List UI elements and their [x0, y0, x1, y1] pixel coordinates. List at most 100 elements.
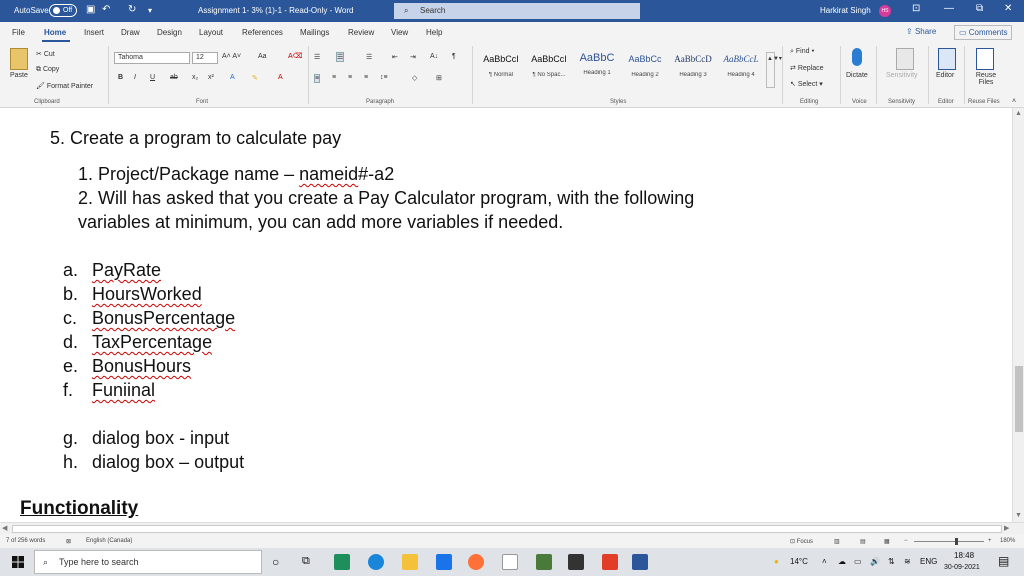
style-heading-1[interactable]: AaBbC Heading 1 [574, 52, 620, 84]
zoom-slider-thumb[interactable] [955, 538, 958, 545]
text-effects-icon[interactable]: A [230, 74, 235, 81]
temperature[interactable]: 14°C [790, 557, 808, 566]
print-layout-icon[interactable]: ▤ [860, 538, 866, 545]
line-spacing-icon[interactable]: ↕≡ [380, 74, 388, 81]
edge-icon[interactable] [368, 554, 384, 570]
file-explorer-icon[interactable] [402, 554, 418, 570]
cortana-icon[interactable]: ○ [272, 555, 279, 569]
styles-scroll-icon[interactable]: ▲▼▾ [766, 52, 782, 88]
style-heading-4[interactable]: AaBbCcL Heading 4 [718, 54, 764, 84]
scroll-right-icon[interactable]: ▶ [1004, 524, 1009, 532]
cloud-icon[interactable]: ☁ [838, 557, 846, 566]
editor-button[interactable]: Editor [936, 72, 954, 79]
office-icon[interactable] [602, 554, 618, 570]
reuse-files-button[interactable]: Reuse Files [972, 72, 1000, 86]
style-heading-2[interactable]: AaBbCc Heading 2 [622, 54, 668, 84]
tab-file[interactable]: File [12, 28, 25, 37]
sensitivity-button[interactable]: Sensitivity [886, 72, 918, 79]
clock-time[interactable]: 18:48 [954, 551, 974, 560]
tab-references[interactable]: References [242, 28, 283, 37]
mail-icon[interactable] [436, 554, 452, 570]
tab-mailings[interactable]: Mailings [300, 28, 329, 37]
tray-chevron-icon[interactable]: ˄ [822, 557, 827, 566]
minimize-icon[interactable]: — [944, 3, 954, 14]
tab-design[interactable]: Design [157, 28, 182, 37]
restore-icon[interactable]: ⧉ [976, 3, 983, 14]
zoom-slider[interactable] [914, 541, 984, 542]
input-language[interactable]: ENG [920, 557, 937, 566]
tab-insert[interactable]: Insert [84, 28, 104, 37]
save-icon[interactable]: ▣ [86, 4, 95, 15]
subscript-icon[interactable]: x₂ [192, 74, 198, 81]
pilcrow-icon[interactable]: ¶ [452, 53, 456, 60]
microphone-icon[interactable] [852, 48, 862, 66]
font-color-icon[interactable]: A [278, 74, 283, 81]
close-icon[interactable]: ✕ [1004, 3, 1012, 14]
strikethrough-icon[interactable]: ab [170, 74, 178, 81]
undo-icon[interactable]: ↶ [102, 4, 110, 15]
web-layout-icon[interactable]: ▦ [884, 538, 890, 545]
italic-icon[interactable]: I [134, 74, 136, 81]
tab-help[interactable]: Help [426, 28, 442, 37]
style-heading-3[interactable]: AaBbCcD Heading 3 [670, 54, 716, 84]
tab-draw[interactable]: Draw [121, 28, 140, 37]
tab-view[interactable]: View [391, 28, 408, 37]
format-painter-button[interactable]: 🖌 Format Painter [36, 82, 93, 90]
firefox-icon[interactable] [468, 554, 484, 570]
zoom-level[interactable]: 180% [1000, 538, 1015, 544]
app-icon[interactable] [536, 554, 552, 570]
select-button[interactable]: ↖ Select ▾ [790, 80, 823, 88]
zoom-out-icon[interactable]: − [904, 538, 908, 544]
focus-button[interactable]: ⊡ Focus [790, 538, 813, 545]
clear-format-icon[interactable]: A⌫ [288, 52, 303, 60]
sort-icon[interactable]: A↓ [430, 53, 438, 60]
autosave-toggle[interactable]: Off [49, 4, 77, 17]
vertical-scrollbar[interactable]: ▲ ▼ [1012, 108, 1024, 522]
redo-icon[interactable]: ↻ [128, 4, 136, 15]
network-icon[interactable]: ⇅ [888, 557, 895, 566]
align-right-icon[interactable]: ≡ [348, 74, 352, 81]
app-icon[interactable] [334, 554, 350, 570]
read-mode-icon[interactable]: ▥ [834, 538, 840, 545]
align-center-icon[interactable]: ≡ [332, 74, 336, 81]
reuse-files-icon[interactable] [976, 48, 994, 70]
decrease-indent-icon[interactable]: ⇤ [392, 53, 398, 61]
document-canvas[interactable]: 5. Create a program to calculate pay 1. … [0, 108, 1012, 522]
shading-icon[interactable]: ◇ [412, 74, 417, 82]
customize-qat-icon[interactable]: ▾ [148, 6, 152, 15]
font-size-select[interactable]: 12 [192, 52, 218, 64]
horizontal-scrollbar[interactable]: ◀ ▶ [0, 522, 1024, 534]
multilevel-list-icon[interactable]: ☰ [366, 53, 372, 61]
scroll-down-icon[interactable]: ▼ [1015, 512, 1022, 519]
word-count[interactable]: 7 of 256 words [6, 538, 45, 544]
scroll-left-icon[interactable]: ◀ [2, 524, 7, 532]
word-taskbar-icon[interactable] [632, 554, 648, 570]
align-left-icon[interactable]: ≡ [314, 74, 321, 83]
volume-icon[interactable]: 🔊 [870, 557, 880, 566]
tab-home[interactable]: Home [44, 28, 66, 37]
copy-button[interactable]: ⧉ Copy [36, 66, 59, 74]
app-icon[interactable] [568, 554, 584, 570]
style-no-spacing[interactable]: AaBbCcI ¶ No Spac... [526, 54, 572, 84]
notifications-icon[interactable]: ▤ [998, 554, 1009, 568]
avatar[interactable]: HS [879, 5, 891, 17]
paste-icon[interactable] [10, 48, 28, 70]
proofing-icon[interactable]: ⊠ [66, 538, 71, 545]
dictate-button[interactable]: Dictate [846, 72, 868, 79]
cut-button[interactable]: ✂ Cut [36, 50, 55, 58]
battery-icon[interactable]: ▭ [854, 557, 862, 566]
clock-date[interactable]: 30-09-2021 [944, 564, 980, 571]
tab-layout[interactable]: Layout [199, 28, 223, 37]
justify-icon[interactable]: ≡ [364, 74, 368, 81]
language-indicator[interactable]: English (Canada) [86, 538, 132, 544]
font-name-select[interactable]: Tahoma [114, 52, 190, 64]
zoom-in-icon[interactable]: + [988, 538, 992, 544]
grow-font-icon[interactable]: A˄ A˅ [222, 53, 241, 60]
underline-icon[interactable]: U [150, 74, 155, 81]
wifi-icon[interactable]: ≋ [904, 557, 911, 566]
scroll-thumb[interactable] [1015, 366, 1023, 432]
share-button[interactable]: ⇪ Share [906, 27, 936, 36]
amazon-icon[interactable] [502, 554, 518, 570]
style-normal[interactable]: AaBbCcI ¶ Normal [478, 54, 524, 84]
highlight-icon[interactable]: ✎ [252, 74, 258, 82]
